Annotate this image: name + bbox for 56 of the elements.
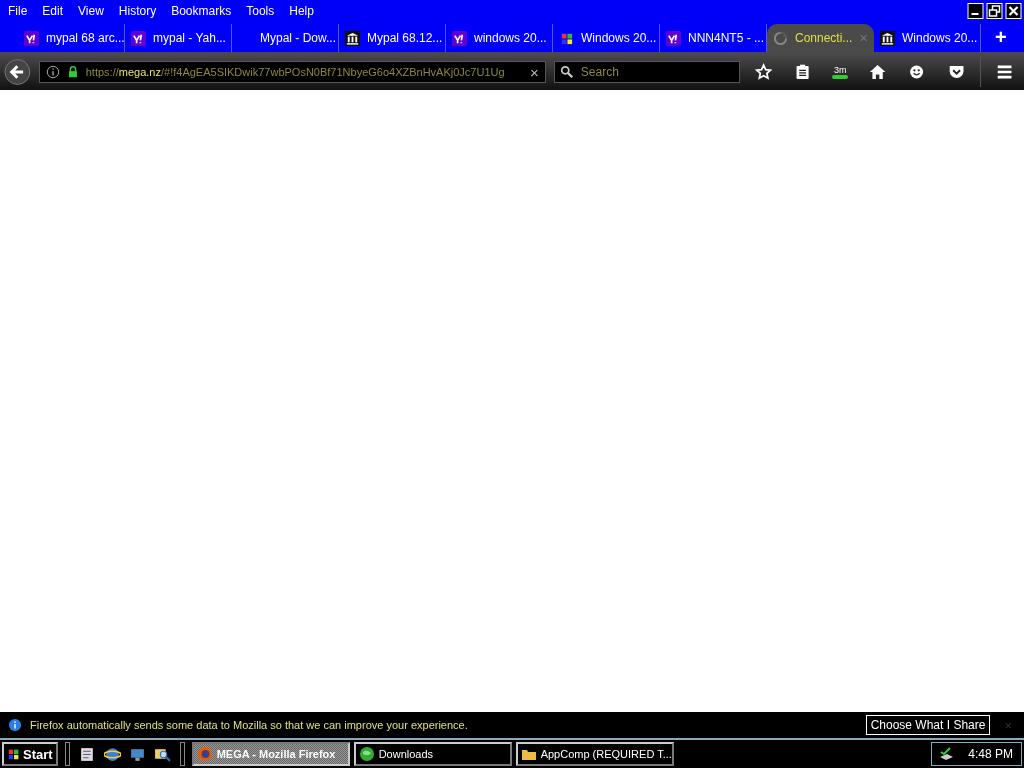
clear-button[interactable]: × (530, 63, 539, 81)
url-text: https://mega.nz/#!f4AgEA5SIKDwik77wbPOsN0Bf71NbyeG6o4XZBnHvAKj0Jc7U1Ug (85, 66, 506, 78)
close-icon[interactable] (1005, 2, 1022, 19)
yahoo-icon (131, 30, 146, 46)
address-bar[interactable]: https://mega.nz/#!f4AgEA5SIKDwik77wbPOsN0Bf71NbyeG6o4XZBnHvAKj0Jc7U1Ug × (38, 61, 546, 83)
browser-tab[interactable]: mypal 68 arc... (18, 24, 125, 52)
browser-tab[interactable]: Windows 20... (553, 24, 660, 52)
browser-tab[interactable]: NNN4NT5 - ... (660, 24, 767, 52)
firefox-icon (196, 746, 213, 762)
museum-icon (345, 30, 360, 46)
home-icon[interactable] (869, 63, 887, 81)
menu-item[interactable]: Tools (246, 3, 275, 18)
restore-icon[interactable] (986, 2, 1003, 19)
start-button[interactable]: Start (2, 742, 58, 766)
windows-flag-icon (7, 747, 21, 761)
browser-tab[interactable]: mypal - Yah... (125, 24, 232, 52)
info-icon (8, 718, 22, 732)
menu-item[interactable]: History (118, 3, 157, 18)
loading-icon (773, 30, 788, 46)
menu-item[interactable]: File (8, 3, 28, 18)
museum-icon (880, 30, 895, 46)
timer-badge[interactable]: 3m (833, 65, 847, 75)
yahoo-icon (452, 30, 467, 46)
notepad-icon[interactable] (78, 745, 96, 763)
search-icon (559, 65, 574, 79)
taskbar-button[interactable]: Downloads (353, 742, 512, 766)
browser-tab[interactable]: Mypal 68.12... (339, 24, 446, 52)
pocket-icon[interactable] (947, 63, 965, 81)
globe-icon (358, 746, 375, 762)
menu-item[interactable]: Help (289, 3, 314, 18)
taskbar-button[interactable]: MEGA - Mozilla Firefox (191, 742, 350, 766)
badge-bar (832, 75, 849, 79)
yahoo-icon (666, 30, 681, 46)
clock: 4:48 PM (968, 747, 1013, 761)
info-icon[interactable] (45, 65, 60, 79)
notification-text: Firefox automatically sends some data to Mozilla so that we can improve your experience. (30, 719, 468, 731)
star-icon[interactable] (754, 63, 773, 81)
network-icon (938, 746, 955, 762)
globe-icon[interactable] (103, 745, 121, 763)
reading-list-icon[interactable] (794, 63, 812, 81)
browser-tab[interactable]: windows 20... (446, 24, 553, 52)
minimize-icon[interactable] (967, 2, 984, 19)
yahoo-icon (24, 30, 39, 46)
browser-tab[interactable]: Connecti... × (767, 24, 874, 52)
browser-tab[interactable]: Mypal - Dow... (232, 24, 339, 52)
choose-what-i-share-button[interactable]: Choose What I Share (865, 715, 991, 735)
menu-item[interactable]: Edit (42, 3, 64, 18)
taskbar-button[interactable]: AppComp (REQUIRED T... (515, 742, 674, 766)
menu-item[interactable]: Bookmarks (171, 3, 232, 18)
smiley-icon[interactable] (908, 63, 926, 81)
menu-item[interactable]: View (78, 3, 104, 18)
search-field[interactable]: Search (553, 61, 740, 83)
back-icon[interactable] (4, 58, 31, 86)
new-tab-button[interactable]: + (995, 26, 1007, 52)
browser-tab[interactable]: Windows 20... (874, 24, 981, 52)
menu-icon[interactable] (995, 63, 1013, 81)
